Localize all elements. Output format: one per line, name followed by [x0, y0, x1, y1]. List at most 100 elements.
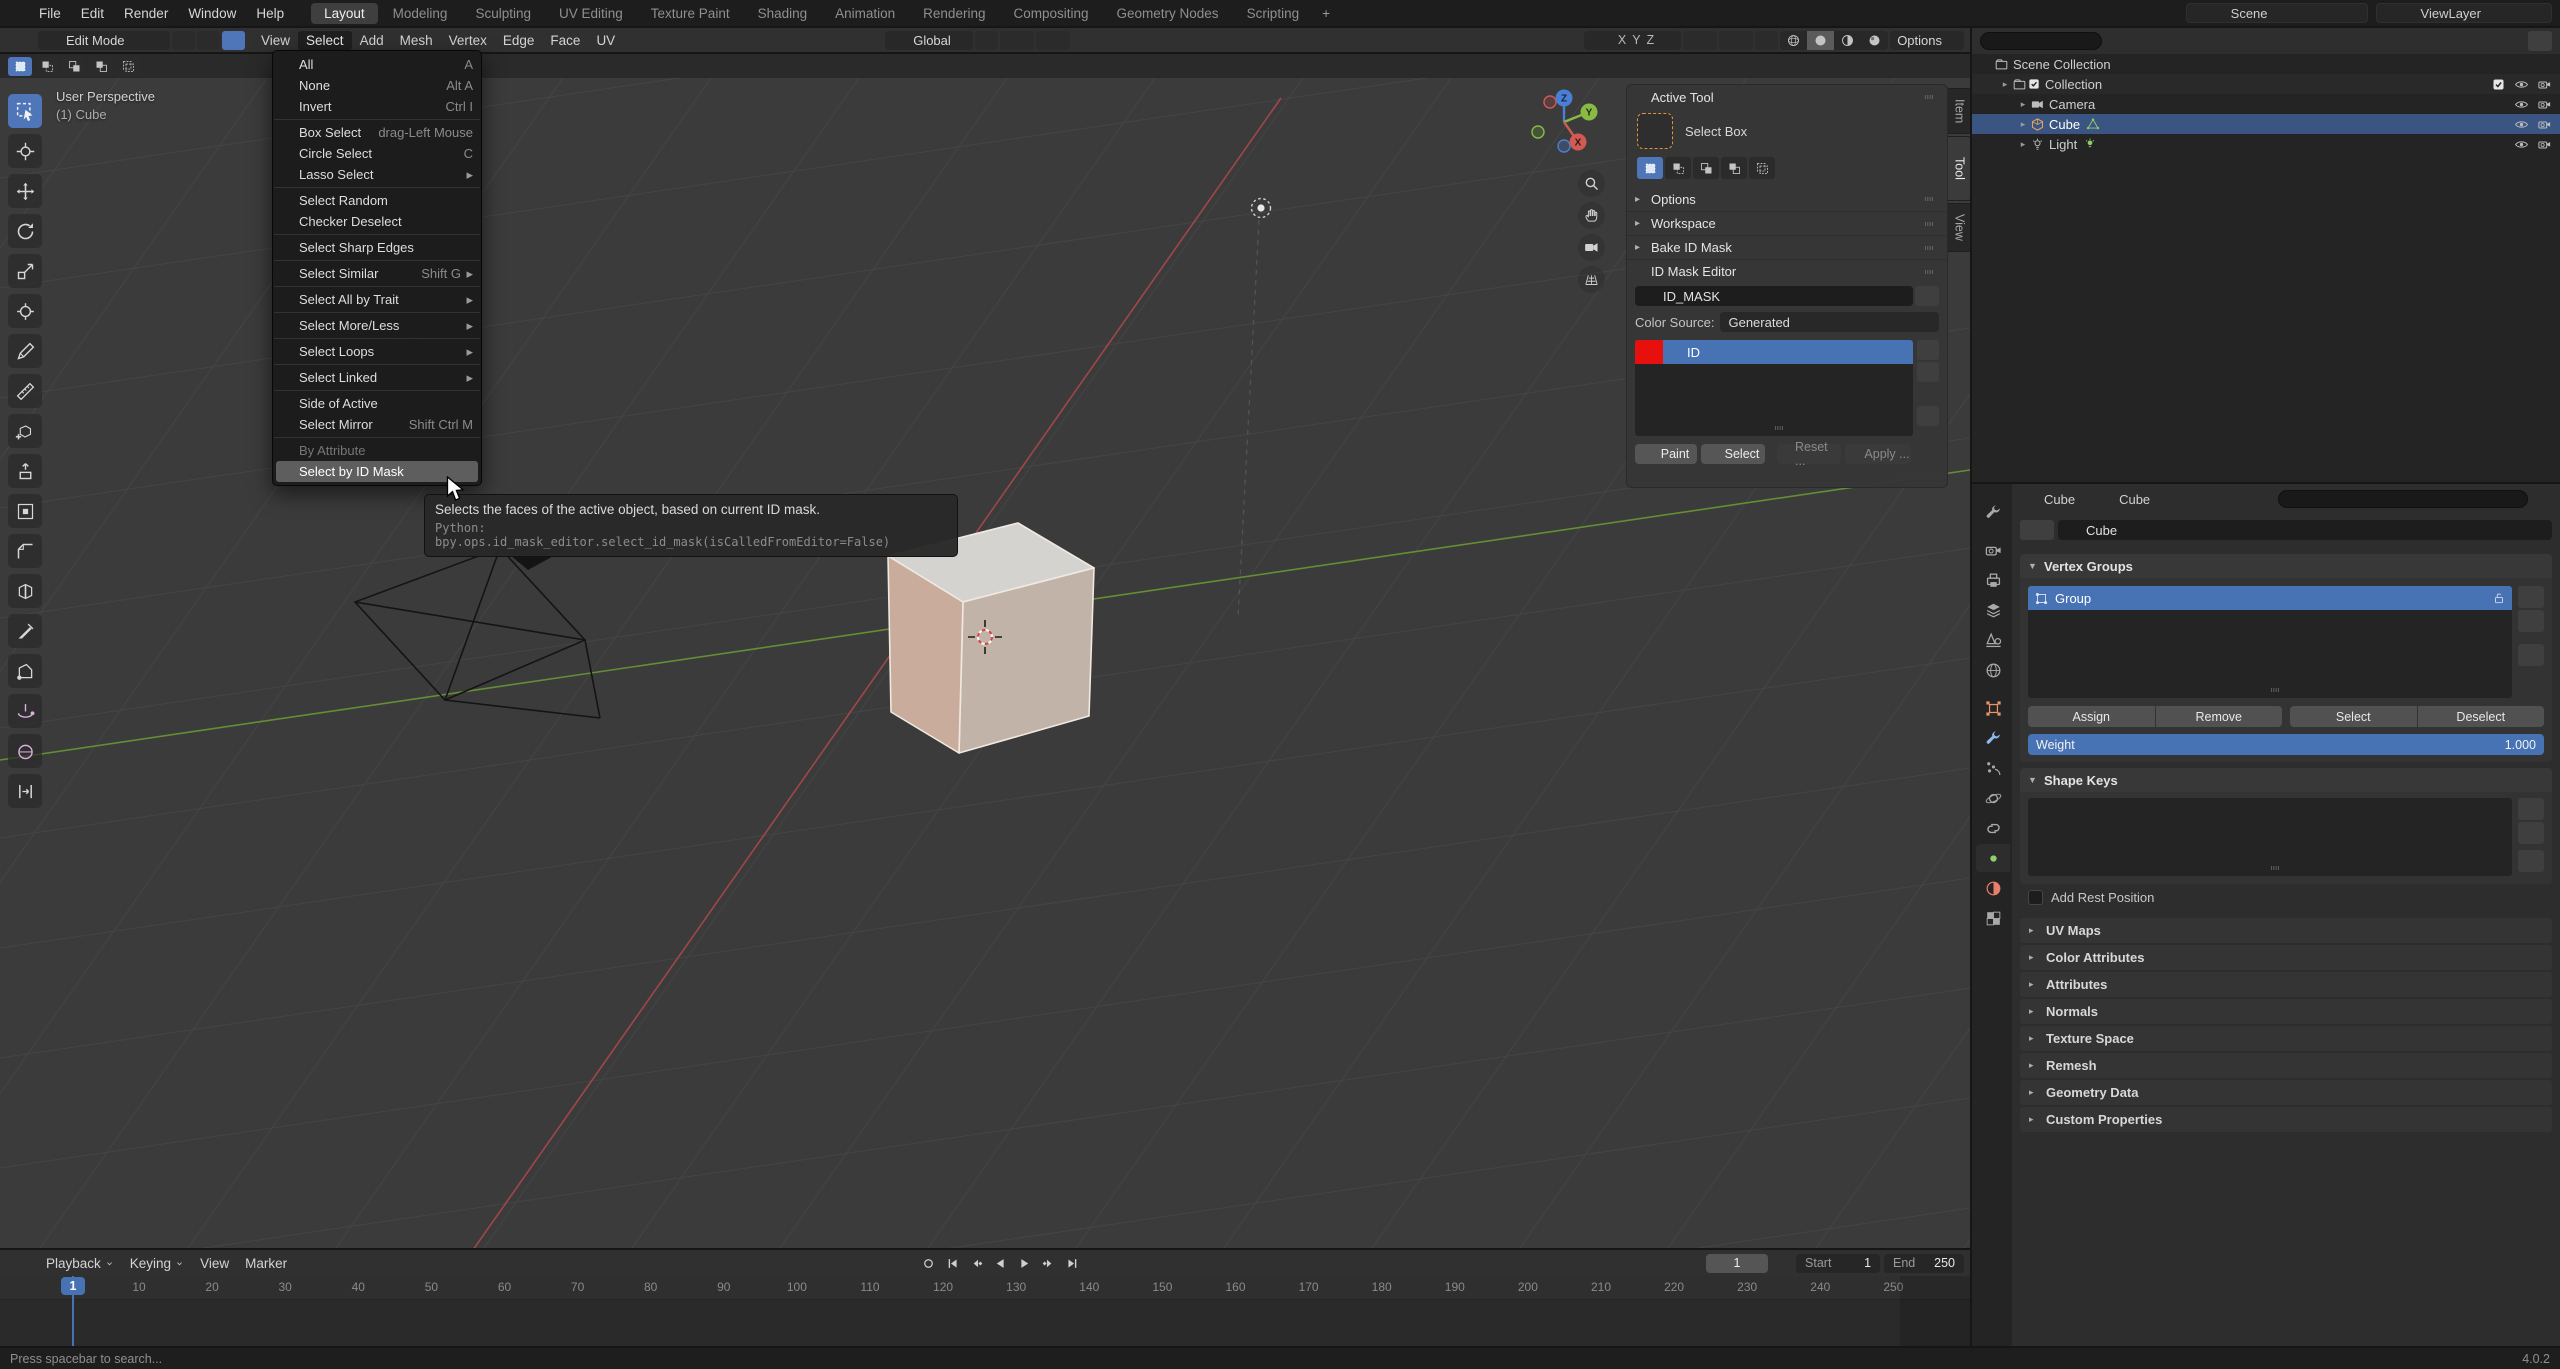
workspace-tab-uv-editing[interactable]: UV Editing — [546, 3, 636, 24]
menu-item-select-mirror[interactable]: Select MirrorShift Ctrl M — [273, 414, 481, 435]
panel-header-custom-properties[interactable]: ▸Custom Properties — [2020, 1107, 2552, 1132]
symmetry-x-toggle[interactable]: X — [1618, 33, 1626, 47]
symmetry-y-toggle[interactable]: Y — [1632, 33, 1640, 47]
properties-tab-physics[interactable] — [1976, 784, 2010, 812]
assign-button[interactable]: Assign — [2028, 706, 2155, 727]
remove-button[interactable]: Remove — [2156, 706, 2283, 727]
scale-tool-button[interactable] — [8, 254, 42, 288]
list-expand-arrow-icon[interactable] — [2032, 863, 2042, 873]
camera-view-button[interactable] — [1578, 234, 1605, 261]
color-source-dropdown[interactable]: Generated — [1720, 312, 1939, 332]
properties-tab-tool[interactable] — [1976, 498, 2010, 526]
timeline-ruler[interactable]: 1020304050607080901001101201301401501601… — [0, 1276, 1970, 1300]
breadcrumb-object[interactable]: Cube — [2044, 492, 2075, 507]
panel-header-texture-space[interactable]: ▸Texture Space — [2020, 1026, 2552, 1051]
disclosure-arrow-icon[interactable]: ▸ — [1998, 79, 2012, 90]
menu-item-circle-select[interactable]: Circle SelectC — [273, 143, 481, 164]
panel-header-bake-id-mask[interactable]: ▸Bake ID Mask — [1627, 235, 1947, 259]
outliner-row-collection[interactable]: ▸Collection — [1972, 74, 2560, 94]
intersect-selection-button[interactable] — [1749, 157, 1775, 179]
panel-grip-icon[interactable] — [1919, 266, 1939, 278]
panel-header-options[interactable]: ▸Options — [1627, 187, 1947, 211]
properties-tab-material[interactable] — [1976, 874, 2010, 902]
measure-tool-button[interactable] — [8, 374, 42, 408]
shading-rendered-button[interactable] — [1861, 31, 1888, 50]
camera-restrict-icon[interactable] — [2537, 77, 2552, 92]
pan-hand-button[interactable] — [1578, 202, 1605, 229]
viewport-menu-view[interactable]: View — [253, 31, 298, 50]
annotate-tool-button[interactable] — [8, 334, 42, 368]
new-collection-button[interactable] — [2528, 31, 2552, 51]
outliner-row-light[interactable]: ▸Light — [1972, 134, 2560, 154]
current-frame-field[interactable]: 1 — [1706, 1254, 1768, 1273]
properties-tab-object[interactable] — [1976, 694, 2010, 722]
navigation-gizmo[interactable]: Z Y X — [1526, 84, 1602, 160]
properties-tab-scene[interactable] — [1976, 626, 2010, 654]
workspace-tab-rendering[interactable]: Rendering — [910, 3, 998, 24]
editor-type-button[interactable] — [6, 31, 36, 50]
duplicate-icon[interactable] — [2508, 5, 2524, 21]
remove-vertex-group-button[interactable] — [2518, 610, 2544, 632]
panel-header-workspace[interactable]: ▸Workspace — [1627, 211, 1947, 235]
record-button[interactable] — [918, 1253, 940, 1273]
timeline-menu-playback[interactable]: Playback — [38, 1254, 122, 1273]
add-shape-key-button[interactable] — [2518, 798, 2544, 820]
panel-header-geometry-data[interactable]: ▸Geometry Data — [2020, 1080, 2552, 1105]
extend-selection-button[interactable] — [35, 57, 59, 76]
properties-tab-particles[interactable] — [1976, 754, 2010, 782]
properties-tab-viewlayer[interactable] — [1976, 596, 2010, 624]
topbar-menu-help[interactable]: Help — [246, 4, 294, 23]
eye-icon[interactable] — [2514, 137, 2529, 152]
properties-tab-modifiers[interactable] — [1976, 724, 2010, 752]
workspace-tab-sculpting[interactable]: Sculpting — [462, 3, 544, 24]
scene-selector[interactable]: Scene — [2186, 3, 2368, 23]
xray-toggle-button[interactable] — [1755, 31, 1778, 50]
breadcrumb-data[interactable]: Cube — [2119, 492, 2150, 507]
list-grip-icon[interactable] — [2265, 862, 2285, 874]
symmetry-z-toggle[interactable]: Z — [1647, 33, 1655, 47]
show-overlays-button[interactable] — [1719, 31, 1753, 50]
panel-header-normals[interactable]: ▸Normals — [2020, 999, 2552, 1024]
panel-grip-icon[interactable] — [1919, 242, 1939, 254]
close-icon[interactable] — [1894, 288, 1907, 304]
extrude-tool-button[interactable] — [8, 454, 42, 488]
topbar-menu-render[interactable]: Render — [114, 4, 178, 23]
invert-selection-button[interactable] — [89, 57, 113, 76]
viewport-menu-face[interactable]: Face — [542, 31, 588, 50]
remove-shape-key-button[interactable] — [2518, 822, 2544, 844]
gizmo-neg-z-dot[interactable] — [1558, 140, 1570, 152]
show-gizmos-button[interactable] — [1683, 31, 1717, 50]
blender-logo-icon[interactable] — [8, 3, 28, 23]
poly-build-tool-button[interactable] — [8, 654, 42, 688]
intersect-selection-button[interactable] — [116, 57, 140, 76]
unlock-icon[interactable] — [2492, 591, 2506, 605]
properties-tab-render[interactable] — [1976, 536, 2010, 564]
panel-grip-icon[interactable] — [1919, 193, 1939, 205]
new-mask-button[interactable] — [1915, 286, 1939, 306]
smooth-tool-button[interactable] — [8, 734, 42, 768]
outliner-filter-button[interactable] — [2495, 33, 2522, 49]
viewport-menu-mesh[interactable]: Mesh — [392, 31, 441, 50]
camera-restrict-icon[interactable] — [2537, 97, 2552, 112]
cursor-3d-tool-button[interactable] — [8, 134, 42, 168]
loop-cut-tool-button[interactable] — [8, 574, 42, 608]
list-expand-arrow-icon[interactable] — [1639, 423, 1649, 433]
menu-item-select-more-less[interactable]: Select More/Less▸ — [273, 315, 481, 336]
gizmo-neg-x-dot[interactable] — [1544, 96, 1556, 108]
orientation-dropdown[interactable]: Global — [885, 31, 973, 50]
new-selection-button[interactable] — [8, 57, 32, 76]
menu-item-box-select[interactable]: Box Selectdrag-Left Mouse — [273, 122, 481, 143]
frame-end-field[interactable]: End 250 — [1884, 1254, 1964, 1273]
camera-restrict-icon[interactable] — [2537, 137, 2552, 152]
viewport-menu-edge[interactable]: Edge — [495, 31, 543, 50]
pin-icon[interactable] — [2303, 5, 2319, 21]
subtract-selection-button[interactable] — [62, 57, 86, 76]
panel-grip-icon[interactable] — [1919, 91, 1939, 103]
gizmo-neg-y-dot[interactable] — [1532, 126, 1544, 138]
panel-header-color-attributes[interactable]: ▸Color Attributes — [2020, 945, 2552, 970]
menu-item-select-all-by-trait[interactable]: Select All by Trait▸ — [273, 289, 481, 310]
workspace-tab-texture-paint[interactable]: Texture Paint — [638, 3, 743, 24]
workspace-tab-shading[interactable]: Shading — [745, 3, 821, 24]
vertex-select-mode-button[interactable] — [172, 31, 195, 50]
id-list-specials-button[interactable] — [1917, 406, 1939, 426]
